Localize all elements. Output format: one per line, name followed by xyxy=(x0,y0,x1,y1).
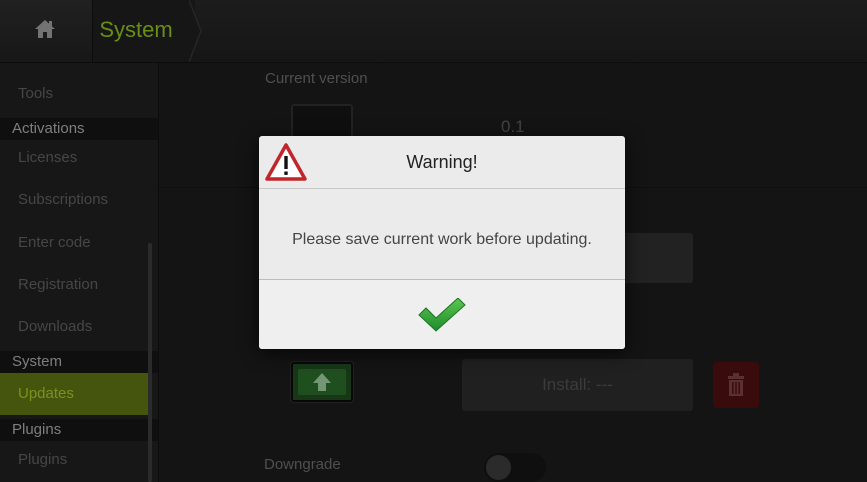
dialog-message: Please save current work before updating… xyxy=(292,231,592,248)
dialog-title: Warning! xyxy=(406,152,478,172)
confirm-button[interactable] xyxy=(259,280,625,349)
dialog-divider xyxy=(259,188,625,189)
checkmark-icon xyxy=(418,298,466,332)
dialog-header: Warning! xyxy=(259,136,625,188)
warning-dialog: Warning! Please save current work before… xyxy=(259,136,625,349)
